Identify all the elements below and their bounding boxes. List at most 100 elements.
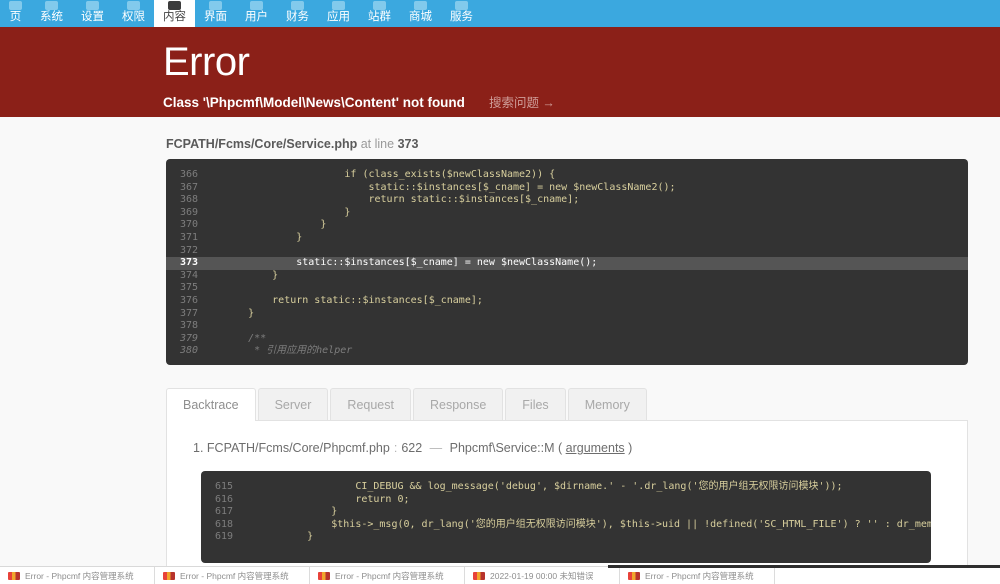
code-line-number: 371: [180, 231, 199, 243]
taskbar-item-0[interactable]: Error - Phpcmf 内容管理系统: [0, 567, 155, 584]
nav-item-10[interactable]: 商城: [400, 0, 441, 27]
at-label: at line: [360, 137, 395, 151]
debug-panel: Backtrace Server Request Response Files Memor…: [166, 388, 968, 581]
nav-item-5[interactable]: 界面: [195, 0, 236, 27]
nav-item-7[interactable]: 财务: [277, 0, 318, 27]
browser-favicon-icon: [318, 571, 330, 580]
code-line-source: [224, 245, 230, 258]
code-line-number: 373: [180, 257, 199, 269]
app-icon: [332, 1, 345, 10]
backtrace-dash: —: [426, 441, 446, 455]
code-line: 374 }: [166, 270, 968, 283]
code-line-source: if (class_exists($newClassName2)) {: [224, 169, 556, 180]
code-line-number: 376: [180, 294, 199, 306]
shop-icon: [414, 1, 427, 10]
code-line: 615 CI_DEBUG && log_message('debug', $di…: [201, 481, 931, 494]
backtrace-list: 1. FCPATH/Fcms/Core/Phpcmf.php:622 — Php…: [167, 439, 967, 457]
browser-favicon-icon: [163, 571, 175, 580]
code-line: 616 return 0;: [201, 494, 931, 507]
home-icon: [9, 1, 22, 10]
taskbar-item-4[interactable]: Error - Phpcmf 内容管理系统: [620, 567, 775, 584]
nav-item-8[interactable]: 应用: [318, 0, 359, 27]
tab-request[interactable]: Request: [330, 388, 411, 420]
sites-icon: [373, 1, 386, 10]
code-line: 377 }: [166, 308, 968, 321]
error-subtitle-row: Class '\Phpcmf\Model\News\Content' not f…: [163, 92, 1000, 111]
nav-item-4[interactable]: 内容: [154, 0, 195, 27]
code-line: 375: [166, 282, 968, 295]
page-title: Error: [163, 40, 250, 84]
tab-files[interactable]: Files: [505, 388, 566, 420]
backtrace-code-block: 615 CI_DEBUG && log_message('debug', $di…: [201, 471, 931, 563]
code-line-number: 375: [180, 282, 199, 294]
code-line-number: 616: [215, 493, 234, 505]
code-line-source: }: [224, 219, 327, 231]
code-line-source: static::$instances[$_cname] = new $newCl…: [224, 257, 598, 269]
code-line-source: static::$instances[$_cname] = new $newCl…: [224, 181, 676, 193]
service-icon: [455, 1, 468, 10]
nav-item-1[interactable]: 系统: [31, 0, 72, 27]
nav-item-label: 财务: [286, 11, 309, 23]
code-line-source: }: [224, 231, 303, 243]
code-line-source: return static::$instances[$_cname];: [224, 294, 483, 306]
taskbar-item-label: 2022-01-19 00:00 未知错误: [490, 570, 594, 581]
nav-item-3[interactable]: 权限: [113, 0, 154, 27]
backtrace-index: 1.: [193, 441, 207, 455]
taskbar-item-1[interactable]: Error - Phpcmf 内容管理系统: [155, 567, 310, 584]
backtrace-panel: 1. FCPATH/Fcms/Core/Phpcmf.php:622 — Php…: [166, 421, 968, 581]
code-line-source: CI_DEBUG && log_message('debug', $dirnam…: [259, 481, 843, 492]
code-line-source: return static::$instances[$_cname];: [224, 194, 580, 206]
taskbar-item-label: Error - Phpcmf 内容管理系统: [645, 570, 754, 581]
nav-item-11[interactable]: 服务: [441, 0, 482, 27]
source-code-block: 366 if (class_exists($newClassName2)) {3…: [166, 159, 968, 365]
code-line-source: }: [259, 531, 314, 543]
code-line: 372: [166, 245, 968, 258]
tab-backtrace[interactable]: Backtrace: [166, 388, 256, 421]
code-line-number: 377: [180, 307, 199, 319]
nav-item-0[interactable]: 页: [0, 0, 31, 27]
code-line: 617 }: [201, 506, 931, 519]
code-line-source: [224, 282, 230, 295]
code-line-source: return 0;: [259, 493, 410, 505]
backtrace-colon: :: [393, 441, 398, 455]
code-line-number: 374: [180, 269, 199, 281]
backtrace-arguments-link[interactable]: arguments: [566, 441, 625, 455]
code-line-source: $this->_msg(0, dr_lang('您的用户组无权限访问模块'), …: [331, 518, 931, 530]
code-line-number: 378: [180, 320, 199, 332]
taskbar-item-3[interactable]: 2022-01-19 00:00 未知错误: [465, 567, 620, 584]
sliders-icon: [86, 1, 99, 10]
nav-item-2[interactable]: 设置: [72, 0, 113, 27]
code-line-number: 372: [180, 244, 199, 256]
code-line-number: 367: [180, 181, 199, 193]
tab-server[interactable]: Server: [257, 388, 329, 420]
backtrace-file: FCPATH/Fcms/Core/Phpcmf.php: [206, 441, 390, 455]
code-line-source: }: [224, 269, 279, 281]
code-line-number: 619: [215, 531, 234, 543]
nav-item-label: 页: [9, 11, 22, 23]
search-problem-link[interactable]: 搜索问题 →: [489, 92, 555, 111]
nav-item-9[interactable]: 站群: [359, 0, 400, 27]
tab-memory[interactable]: Memory: [567, 388, 647, 420]
code-line-source: /**: [224, 332, 267, 344]
code-line-number: 617: [215, 506, 234, 518]
code-line: 380 * 引用应用的helper: [166, 345, 968, 358]
nav-item-6[interactable]: 用户: [236, 0, 277, 27]
content-icon: [168, 1, 181, 10]
user-icon: [250, 1, 263, 10]
main-content: FCPATH/Fcms/Core/Service.php at line 373…: [0, 117, 1000, 584]
error-message: Class '\Phpcmf\Model\News\Content' not f…: [163, 95, 465, 110]
backtrace-function: Phpcmf\Service::M (: [449, 441, 566, 455]
taskbar-item-2[interactable]: Error - Phpcmf 内容管理系统: [310, 567, 465, 584]
code-line: 369 }: [166, 207, 968, 220]
code-line: 618 $this->_msg(0, dr_lang('您的用户组无权限访问模块…: [201, 519, 931, 532]
nav-item-label: 界面: [204, 11, 227, 23]
code-line: 379 /**: [166, 333, 968, 346]
code-line-source: }: [259, 506, 338, 518]
code-line: 366 if (class_exists($newClassName2)) {: [166, 169, 968, 182]
tab-response[interactable]: Response: [412, 388, 504, 420]
file-path-line: FCPATH/Fcms/Core/Service.php at line 373: [0, 117, 1000, 151]
backtrace-close-paren: ): [624, 441, 633, 455]
code-line-number: 380: [180, 345, 199, 357]
backtrace-entry: 1. FCPATH/Fcms/Core/Phpcmf.php:622 — Php…: [167, 439, 967, 457]
code-line: 370 }: [166, 219, 968, 232]
